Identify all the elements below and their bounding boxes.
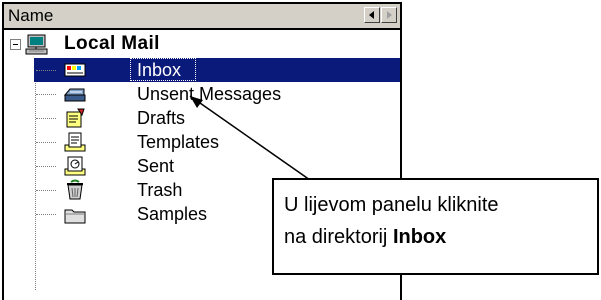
templates-icon	[64, 132, 86, 152]
column-header[interactable]: Name	[4, 4, 400, 30]
arrow-left-icon[interactable]	[364, 7, 380, 23]
inbox-icon	[64, 63, 86, 77]
screenshot-stage: Name Local Mail Inbox Unsent Messages Dr…	[0, 0, 601, 300]
outbox-icon	[63, 88, 86, 102]
tree-item-label: Templates	[137, 132, 220, 152]
folder-icon	[64, 209, 86, 224]
tree-item-templates[interactable]: Templates	[4, 130, 400, 154]
callout-highlight: Inbox	[392, 226, 447, 248]
tree-item-label: Inbox	[137, 60, 182, 80]
instruction-callout: U lijevom panelu kliknite na direktorij …	[272, 178, 599, 275]
sent-icon	[64, 156, 86, 176]
tree-item-label: Samples	[137, 204, 208, 224]
callout-line-1: U lijevom panelu kliknite	[284, 194, 499, 216]
callout-line-2: na direktorij Inbox	[284, 226, 446, 249]
column-header-label: Name	[8, 6, 54, 25]
tree-item-sent[interactable]: Sent	[4, 154, 400, 178]
collapse-icon[interactable]	[10, 39, 21, 50]
tree-item-label: Trash	[137, 180, 183, 200]
callout-line-2-prefix: na direktorij	[284, 226, 393, 248]
computer-icon	[25, 34, 48, 55]
tree-item-inbox[interactable]: Inbox	[4, 58, 400, 82]
arrow-right-icon[interactable]	[381, 7, 397, 23]
tree-item-label: Unsent Messages	[137, 84, 282, 104]
tree-item-label: Drafts	[137, 108, 186, 128]
tree-item-label: Sent	[137, 156, 175, 176]
tree-item-drafts[interactable]: Drafts	[4, 106, 400, 130]
drafts-icon	[66, 108, 85, 128]
tree-root-label: Local Mail	[64, 33, 160, 54]
tree-root-local-mail[interactable]: Local Mail	[4, 30, 400, 58]
selection-highlight	[34, 58, 400, 82]
trash-icon	[67, 179, 83, 200]
tree-item-unsent-messages[interactable]: Unsent Messages	[4, 82, 400, 106]
